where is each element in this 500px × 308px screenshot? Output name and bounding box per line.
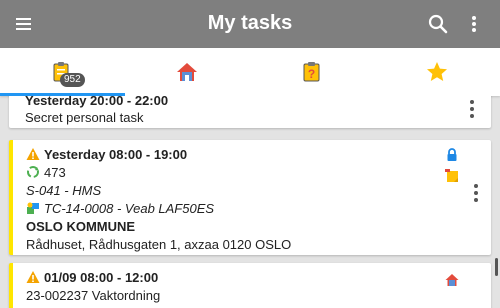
task-ticket: TC-14-0008 - Veab LAF50ES — [44, 201, 215, 216]
task-menu-icon[interactable] — [468, 100, 476, 120]
task-number-row: 473 — [26, 165, 66, 180]
tab-my-tasks[interactable]: 952 — [0, 48, 125, 96]
search-icon[interactable] — [426, 12, 450, 36]
task-number: 473 — [44, 165, 66, 180]
scrollbar-thumb[interactable] — [495, 258, 498, 276]
task-code: S-041 - HMS — [26, 183, 102, 198]
task-time: 01/09 08:00 - 12:00 — [44, 270, 159, 285]
task-ticket-row: TC-14-0008 - Veab LAF50ES — [26, 201, 214, 216]
task-time: Yesterday 08:00 - 19:00 — [44, 147, 188, 162]
task-title: Secret personal task — [25, 110, 144, 125]
page-title: My tasks — [207, 12, 293, 34]
task-customer: OSLO KOMMUNE — [26, 219, 136, 234]
more-vert-icon[interactable] — [462, 12, 486, 36]
recycle-icon — [26, 165, 40, 179]
app-bar: My tasks — [0, 0, 500, 48]
note-icon — [445, 169, 459, 183]
task-time-row: Yesterday 08:00 - 19:00 — [26, 147, 187, 162]
equipment-icon — [26, 201, 40, 215]
task-card[interactable]: Yesterday 08:00 - 19:00 473 S-041 - HMS … — [9, 140, 491, 255]
tab-unassigned[interactable]: ? — [250, 48, 375, 96]
tab-bar: 952 ? — [0, 48, 500, 96]
warning-icon — [26, 270, 40, 284]
task-card[interactable]: Yesterday 20:00 - 22:00 Secret personal … — [9, 96, 491, 128]
home-icon — [445, 273, 459, 287]
task-address: Rådhuset, Rådhusgaten 1, axzaa 0120 OSLO — [26, 237, 292, 252]
task-card[interactable]: 01/09 08:00 - 12:00 23-002237 Vaktordnin… — [9, 263, 491, 308]
task-time-row: 01/09 08:00 - 12:00 — [26, 270, 158, 285]
task-list: Yesterday 20:00 - 22:00 Secret personal … — [0, 96, 500, 308]
task-time: Yesterday 20:00 - 22:00 — [25, 96, 169, 108]
task-count-badge: 952 — [60, 73, 85, 87]
warning-icon — [26, 147, 40, 161]
tab-home[interactable] — [125, 48, 250, 96]
clipboard-question-icon: ? — [300, 60, 324, 84]
task-menu-icon[interactable] — [472, 184, 480, 204]
star-icon — [425, 60, 449, 84]
home-icon — [175, 60, 199, 84]
tab-favorites[interactable] — [375, 48, 500, 96]
lock-icon — [445, 148, 459, 162]
task-order: 23-002237 Vaktordning — [26, 288, 161, 303]
svg-text:?: ? — [308, 67, 315, 81]
